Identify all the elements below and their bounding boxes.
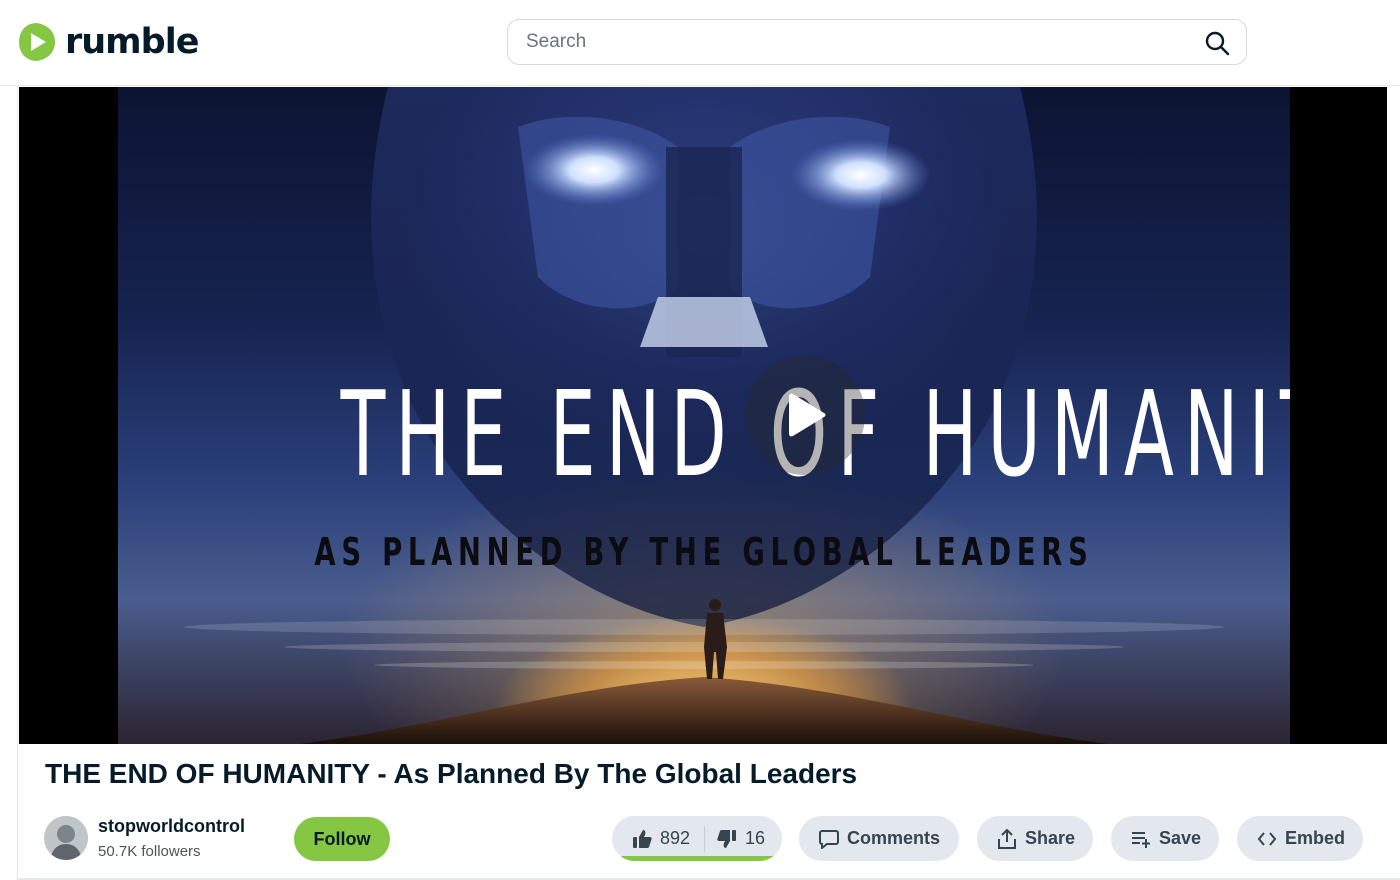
code-icon — [1257, 831, 1277, 846]
comments-label: Comments — [847, 828, 941, 848]
video-player[interactable]: THE END OF HUMANITY AS PLANNED BY THE GL… — [19, 87, 1387, 744]
dislike-count: 16 — [745, 828, 766, 848]
poster-subtitle: AS PLANNED BY THE GLOBAL LEADERS — [314, 530, 1094, 574]
left-sidebar-edge — [0, 86, 18, 880]
search-icon[interactable] — [1204, 30, 1230, 56]
follow-button[interactable]: Follow — [294, 817, 390, 861]
vote-group: 892 16 — [612, 816, 782, 861]
poster-title: THE END OF HUMANITY — [340, 365, 1290, 503]
save-button[interactable]: Save — [1111, 816, 1219, 861]
playlist-add-icon — [1132, 831, 1150, 848]
search-input[interactable] — [508, 20, 1188, 64]
save-label: Save — [1159, 828, 1202, 848]
play-icon — [789, 393, 826, 437]
thumbs-up-icon — [633, 829, 652, 848]
comment-icon — [819, 829, 839, 849]
video-thumbnail: THE END OF HUMANITY AS PLANNED BY THE GL… — [118, 87, 1290, 744]
thumbs-down-icon — [717, 829, 736, 848]
channel-name[interactable]: stopworldcontrol — [98, 816, 245, 837]
dislike-button[interactable]: 16 — [704, 825, 782, 852]
embed-button[interactable]: Embed — [1237, 816, 1363, 861]
like-count: 892 — [660, 828, 691, 848]
share-icon — [998, 828, 1016, 849]
like-ratio-bar — [620, 856, 778, 861]
avatar-image — [44, 816, 88, 860]
like-button[interactable]: 892 — [612, 816, 704, 861]
embed-label: Embed — [1285, 828, 1346, 848]
comments-button[interactable]: Comments — [799, 816, 959, 861]
search-box — [507, 19, 1247, 65]
play-button[interactable] — [745, 355, 865, 475]
share-label: Share — [1025, 828, 1076, 848]
site-header: rumble — [0, 0, 1400, 86]
logo-text: rumble — [65, 21, 199, 62]
rumble-play-icon — [19, 23, 55, 61]
rumble-logo[interactable]: rumble — [18, 21, 199, 63]
channel-followers: 50.7K followers — [98, 843, 201, 860]
video-title: THE END OF HUMANITY - As Planned By The … — [45, 758, 858, 789]
channel-avatar[interactable] — [44, 816, 88, 860]
share-button[interactable]: Share — [977, 816, 1093, 861]
